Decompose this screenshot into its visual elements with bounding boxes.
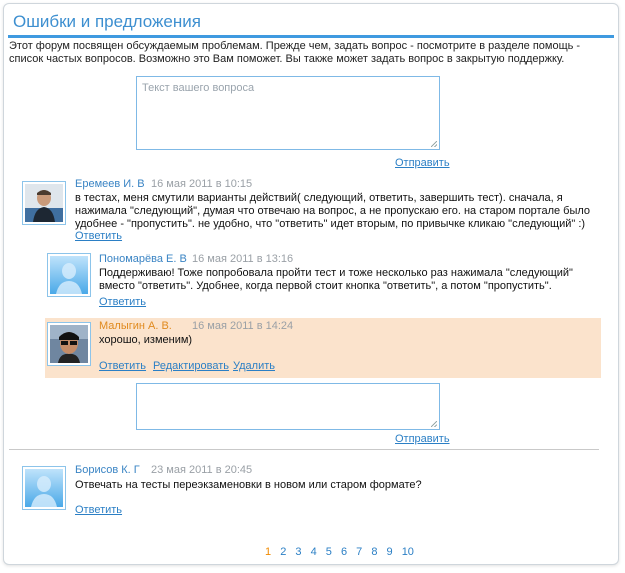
comment-text: Поддерживаю! Тоже попробовала пройти тес… bbox=[99, 267, 573, 292]
default-avatar-icon bbox=[25, 469, 63, 507]
page-link[interactable]: 2 bbox=[280, 546, 286, 558]
comment-text: Отвечать на тесты переэкзаменовки в ново… bbox=[75, 479, 422, 491]
reply-button[interactable]: Ответить bbox=[75, 230, 122, 242]
forum-intro: Этот форум посвящен обсуждаемым проблема… bbox=[9, 40, 581, 65]
page-link[interactable]: 3 bbox=[295, 546, 301, 558]
page-link[interactable]: 5 bbox=[326, 546, 332, 558]
page-link[interactable]: 8 bbox=[371, 546, 377, 558]
page-link[interactable]: 4 bbox=[311, 546, 317, 558]
edit-button[interactable]: Редактировать bbox=[153, 360, 229, 372]
comment-text: хорошо, изменим) bbox=[99, 334, 193, 346]
comment-author[interactable]: Борисов К. Г bbox=[75, 464, 140, 476]
avatar bbox=[47, 322, 91, 366]
comment-date: 16 мая 2011 в 14:24 bbox=[192, 320, 294, 332]
comment-date: 16 мая 2011 в 13:16 bbox=[192, 253, 294, 265]
page-link[interactable]: 10 bbox=[402, 546, 414, 558]
avatar bbox=[22, 181, 66, 225]
reply-textarea[interactable] bbox=[136, 383, 440, 430]
comment-author[interactable]: Пономарёва Е. В bbox=[99, 253, 187, 265]
question-textarea[interactable]: Текст вашего вопроса bbox=[136, 76, 440, 150]
resize-grip-icon[interactable] bbox=[431, 421, 437, 427]
comment-text: в тестах, меня смутили варианты действий… bbox=[75, 192, 591, 230]
page-title: Ошибки и предложения bbox=[13, 12, 201, 31]
send-question-button[interactable]: Отправить bbox=[395, 157, 450, 169]
user-photo-icon bbox=[25, 184, 63, 222]
avatar bbox=[47, 253, 91, 297]
pagination: 1 2 3 4 5 6 7 8 9 10 bbox=[265, 546, 420, 558]
title-divider bbox=[8, 35, 614, 38]
reply-button[interactable]: Ответить bbox=[99, 360, 146, 372]
delete-button[interactable]: Удалить bbox=[233, 360, 275, 372]
thread-divider bbox=[9, 449, 599, 450]
page-link[interactable]: 9 bbox=[387, 546, 393, 558]
page-link[interactable]: 7 bbox=[356, 546, 362, 558]
question-placeholder: Текст вашего вопроса bbox=[142, 82, 255, 94]
comment-author[interactable]: Малыгин А. В. bbox=[99, 320, 172, 332]
send-reply-button[interactable]: Отправить bbox=[395, 433, 450, 445]
comment-date: 16 мая 2011 в 10:15 bbox=[151, 178, 253, 190]
avatar bbox=[22, 466, 66, 510]
reply-button[interactable]: Ответить bbox=[99, 296, 146, 308]
default-avatar-icon bbox=[50, 256, 88, 294]
reply-button[interactable]: Ответить bbox=[75, 504, 122, 516]
comment-author[interactable]: Еремеев И. В bbox=[75, 178, 145, 190]
user-photo-icon bbox=[50, 325, 88, 363]
page-link[interactable]: 6 bbox=[341, 546, 347, 558]
page-current: 1 bbox=[265, 546, 272, 558]
comment-date: 23 мая 2011 в 20:45 bbox=[151, 464, 253, 476]
resize-grip-icon[interactable] bbox=[431, 141, 437, 147]
